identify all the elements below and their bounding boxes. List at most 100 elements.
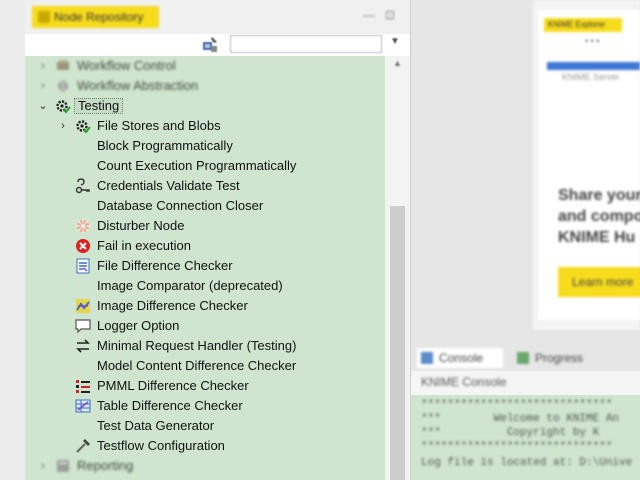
testing-gear-icon [55,98,71,114]
tree-item[interactable]: Image Comparator (deprecated) [25,276,385,296]
search-dropdown-icon[interactable]: ▼ [390,36,400,47]
testing-gear-icon [75,118,91,134]
tree-item[interactable]: Model Content Difference Checker [25,356,385,376]
tree-item[interactable]: Credentials Validate Test [25,176,385,196]
tree-item-label: Database Connection Closer [97,198,264,213]
tree-item-label: Block Programmatically [97,138,233,153]
tab-progress[interactable]: Progress [513,348,593,368]
tree-item[interactable]: Database Connection Closer [25,196,385,216]
tree-item-label: Model Content Difference Checker [97,358,297,373]
tree-item[interactable]: Logger Option [25,316,385,336]
tree-item-label: Table Difference Checker [97,398,243,413]
learn-more-button[interactable]: Learn more [558,267,640,297]
tree-item-label: Workflow Abstraction [77,78,199,93]
tree-item[interactable]: › File Stores and Blobs [25,116,385,136]
image-diff-icon [75,298,91,314]
tab-console-label: Console [439,351,484,365]
collapse-arrow-icon[interactable]: ⌄ [38,99,48,113]
tree-item[interactable]: Count Execution Programmatically [25,156,385,176]
welcome-menu-dots[interactable]: • • • [585,36,599,46]
workflow-abstraction-icon [55,78,71,94]
tab-progress-label: Progress [535,351,584,365]
tree-item-label: Image Difference Checker [97,298,248,313]
category-filter-icon[interactable] [201,34,219,54]
console-line: ***************************** [421,399,613,411]
tree-item-label: File Stores and Blobs [97,118,221,133]
knime-explorer-tab[interactable]: KNIME Explorer [544,18,622,32]
tree-item[interactable]: › Reporting [25,456,385,476]
maximize-button[interactable]: ⊡ [385,8,395,22]
disturber-icon [75,218,91,234]
scroll-thumb[interactable] [390,206,405,480]
tree-item-label: Disturber Node [97,218,185,233]
promo-line: KNIME Hu [558,229,636,246]
left-margin-strip [0,0,25,480]
tree-item-label: Workflow Control [77,58,176,73]
tree-scrollbar[interactable]: ▲ [385,56,410,480]
console-line: *** Copyright by K [421,427,600,439]
node-tree: › Workflow Control › Workflow Abstraction ⌄ T… [25,56,385,480]
file-diff-icon [75,258,91,274]
tree-item-label: Test Data Generator [97,418,215,433]
console-title: KNIME Console [421,375,507,389]
tree-item[interactable]: ⌄ Testing [25,96,385,116]
tree-item-label: Reporting [77,458,134,473]
expand-arrow-icon[interactable]: › [38,459,48,473]
hammer-icon [75,438,91,454]
tree-item[interactable]: Disturber Node [25,216,385,236]
expand-arrow-icon[interactable]: › [38,59,48,73]
tree-item[interactable]: File Difference Checker [25,256,385,276]
tab-console[interactable]: Console [417,348,503,368]
console-line: ***************************** [421,441,613,453]
fail-icon [75,238,91,254]
tree-item[interactable]: Block Programmatically [25,136,385,156]
tree-item-label: Minimal Request Handler (Testing) [97,338,297,353]
repository-toolbar: ▼ [25,34,410,56]
tree-item-label: Count Execution Programmatically [97,158,297,173]
console-icon [421,352,433,364]
console-panel: Console Progress KNIME Console *********… [411,343,640,480]
console-line: Log file is located at: D:\Unive [421,457,633,469]
promo-line: and compo [558,208,640,225]
tree-item-label: Logger Option [97,318,180,333]
tree-item[interactable]: Test Data Generator [25,416,385,436]
table-diff-icon [75,398,91,414]
tree-item-label: Image Comparator (deprecated) [97,278,283,293]
panel-header: Node Repository — ⊡ [25,0,410,34]
workflow-control-icon [55,58,71,74]
minimize-button[interactable]: — [363,8,375,22]
console-tab-bar: Console Progress [411,343,640,371]
request-handler-icon [75,338,91,354]
tree-item[interactable]: Table Difference Checker [25,396,385,416]
tree-item-label: Fail in execution [97,238,191,253]
tree-item[interactable]: Fail in execution [25,236,385,256]
node-repository-title: Node Repository [54,10,144,24]
pmml-diff-icon [75,378,91,394]
promo-heading: Share your and compo KNIME Hu [558,185,640,248]
tree-item-label: Credentials Validate Test [97,178,240,193]
node-repository-icon [38,11,50,23]
scroll-up-icon[interactable]: ▲ [393,58,402,68]
node-search-input[interactable] [230,35,382,53]
welcome-highlight-bar [547,62,640,70]
tree-item-label: Testing [74,98,124,114]
expand-arrow-icon[interactable]: › [38,79,48,93]
credentials-icon [75,178,91,194]
node-repository-panel: Node Repository — ⊡ ▼ › Workflow Control ›… [25,0,411,480]
promo-line: Share your [558,187,640,204]
tree-item[interactable]: › Workflow Control [25,56,385,76]
tree-item-label: PMML Difference Checker [97,378,249,393]
tree-item-label: Testflow Configuration [97,438,225,453]
console-line: *** Welcome to KNIME An [421,413,620,425]
tree-item[interactable]: Testflow Configuration [25,436,385,456]
node-repository-tab[interactable]: Node Repository [32,6,159,28]
tree-item[interactable]: Minimal Request Handler (Testing) [25,336,385,356]
console-output[interactable]: ***************************** *** Welcom… [411,395,640,480]
tree-item[interactable]: › Workflow Abstraction [25,76,385,96]
tree-item[interactable]: Image Difference Checker [25,296,385,316]
expand-arrow-icon[interactable]: › [58,119,68,133]
reporting-icon [55,458,71,474]
tree-item[interactable]: PMML Difference Checker [25,376,385,396]
tree-item-label: File Difference Checker [97,258,233,273]
logger-icon [75,318,91,334]
